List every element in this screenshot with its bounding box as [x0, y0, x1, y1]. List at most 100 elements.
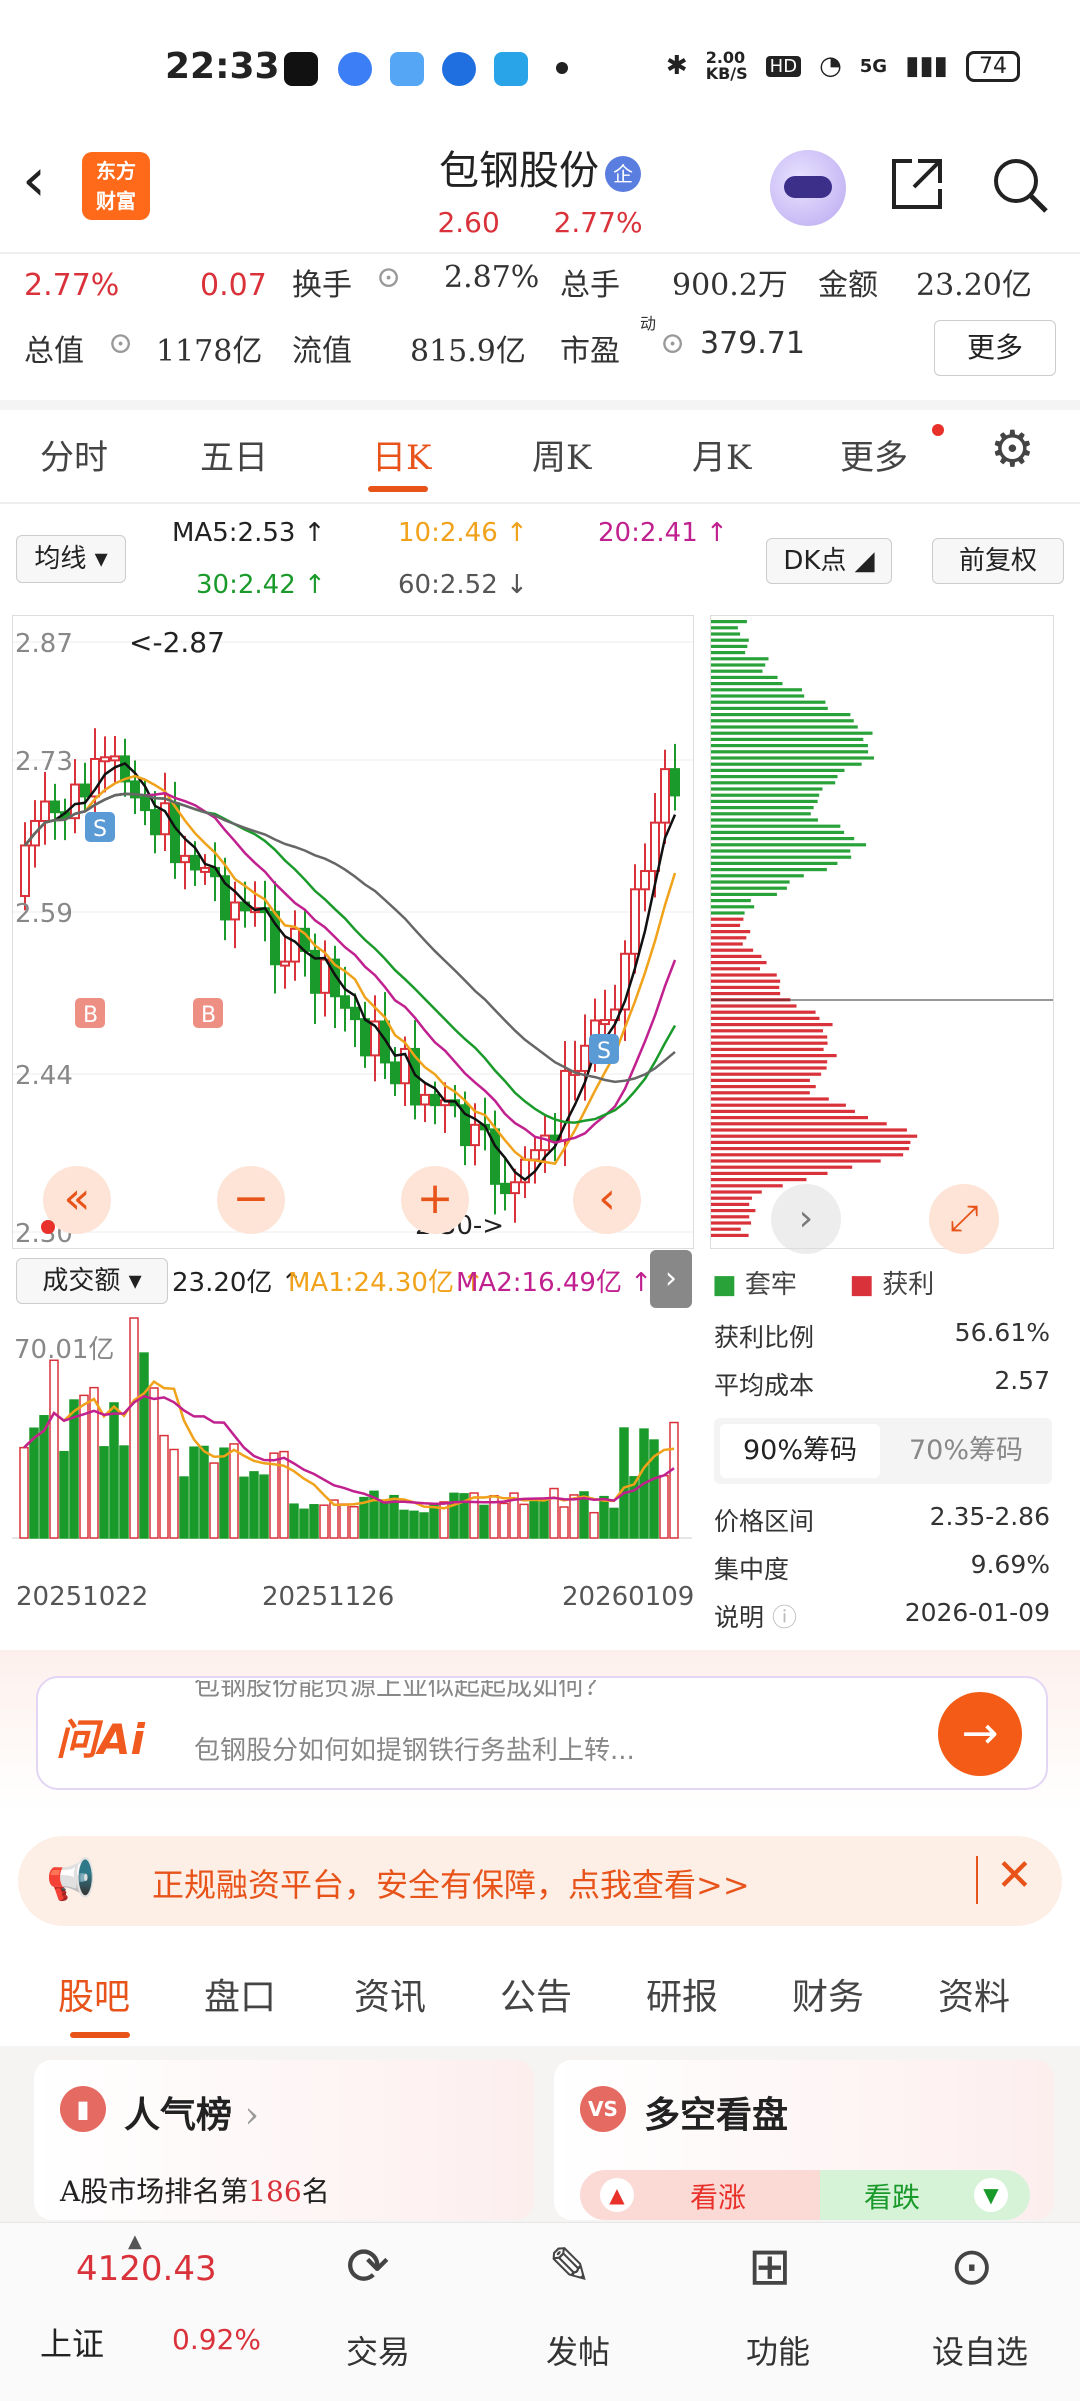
chip-next-button[interactable]: ›	[771, 1184, 841, 1254]
candle	[600, 1019, 610, 1026]
index-pct[interactable]: 0.92%	[172, 2323, 261, 2356]
trade-icon[interactable]: ⟳	[346, 2237, 390, 2297]
volume-bar	[109, 1402, 119, 1539]
ma30-value: 30:2.42	[196, 570, 296, 600]
info-icon[interactable]: ⊙	[376, 260, 401, 295]
chip-bar	[711, 682, 783, 686]
tab-market-depth[interactable]: 盘口	[204, 1968, 276, 2020]
bear-button[interactable]: 看跌 ▼	[820, 2170, 1030, 2220]
amount-value: 23.20亿	[916, 268, 1032, 303]
dk-point-selector[interactable]: DK点 ◢	[766, 538, 892, 584]
tab-day-k[interactable]: 日K	[372, 430, 431, 479]
tab-reports[interactable]: 研报	[646, 1968, 718, 2020]
tab-intraday[interactable]: 分时	[40, 430, 108, 479]
chip-bar	[711, 1190, 762, 1194]
ai-submit-arrow-icon[interactable]: →	[938, 1692, 1022, 1776]
more-quote-button[interactable]: 更多	[934, 320, 1056, 376]
nav-watchlist[interactable]: 设自选	[910, 2327, 1050, 2373]
mcap-label: 总值	[24, 334, 84, 369]
change-pct: 2.77%	[24, 268, 120, 303]
chip-bar	[711, 1085, 816, 1089]
search-icon[interactable]	[990, 155, 1050, 215]
zoom-out-button[interactable]: −	[217, 1166, 285, 1234]
candle	[280, 960, 290, 967]
step-left-button[interactable]: ‹	[573, 1166, 641, 1234]
tab-more[interactable]: 更多	[840, 430, 908, 479]
bull-bear-card[interactable]: VS 多空看盘 ▲ 看涨 看跌 ▼	[554, 2060, 1054, 2220]
tab-profile[interactable]: 资料	[938, 1968, 1010, 2020]
info-icon[interactable]: ⊙	[660, 326, 685, 361]
signal-s-2[interactable]: S	[589, 1034, 619, 1064]
volume-bar	[149, 1387, 159, 1539]
ma-selector[interactable]: 均线 ▾	[16, 535, 126, 583]
chip-bar	[711, 812, 811, 816]
send-icon	[494, 52, 528, 86]
info-icon[interactable]: ⓘ	[772, 1603, 797, 1632]
adjust-selector[interactable]: 前复权	[932, 538, 1064, 584]
battery-indicator: 74	[966, 50, 1020, 82]
promo-divider	[976, 1856, 978, 1904]
chip-bar	[711, 663, 766, 667]
index-value[interactable]: 4120.43	[76, 2249, 217, 2289]
tab-5day[interactable]: 五日	[200, 430, 268, 479]
chip-bar	[711, 1209, 756, 1213]
volume-bar	[239, 1476, 249, 1539]
candle	[200, 866, 210, 873]
candle	[50, 800, 60, 814]
ai-question-bar[interactable]: 问Ai 包钢股份能负源上业似起起成如何？ 包钢股分如何如提钢铁行务盐利上转...…	[36, 1676, 1048, 1790]
y-tick-1: 2.87	[15, 629, 73, 659]
signal-b-2[interactable]: B	[193, 998, 223, 1028]
volume-bar	[519, 1503, 529, 1539]
chip-bar	[711, 1221, 752, 1225]
zoom-in-button[interactable]: +	[401, 1166, 469, 1234]
popularity-card[interactable]: ▮ 人气榜 › A股市场排名第186名	[34, 2060, 534, 2220]
volume-bar	[419, 1512, 429, 1539]
tab-finance[interactable]: 财务	[792, 1968, 864, 2020]
nav-post[interactable]: 发帖	[508, 2327, 648, 2373]
tab-month-k[interactable]: 月K	[692, 430, 751, 479]
fullscreen-icon[interactable]: ⤢	[929, 1184, 999, 1254]
volume-bar	[479, 1504, 489, 1539]
ai-robot-icon[interactable]	[770, 150, 846, 226]
tab-announcements[interactable]: 公告	[500, 1968, 572, 2020]
chip-bar	[711, 1128, 907, 1132]
chip-bar	[711, 1233, 749, 1237]
volume-bar	[159, 1434, 169, 1539]
volume-bar	[589, 1511, 599, 1539]
edit-post-icon[interactable]: ✎	[548, 2237, 592, 2297]
kline-chart[interactable]: <-2.87 2.30-> 2.87 2.73 2.59 2.44 2.30 S…	[12, 615, 694, 1249]
tab-news[interactable]: 资讯	[354, 1968, 426, 2020]
close-icon[interactable]: ✕	[996, 1850, 1033, 1901]
bottom-nav: ▲ 4120.43 上证 0.92% ⟳ 交易 ✎ 发帖 ⊞ 功能 ⊙ 设自选	[0, 2222, 1080, 2401]
volume-bar	[219, 1447, 229, 1539]
volume-bar	[189, 1446, 199, 1539]
chip-bar	[711, 632, 741, 636]
grid-icon[interactable]: ⊞	[748, 2237, 792, 2297]
candle	[640, 870, 650, 891]
bull-button[interactable]: ▲ 看涨	[580, 2170, 820, 2220]
share-icon[interactable]	[888, 155, 946, 213]
index-name[interactable]: 上证	[40, 2319, 104, 2365]
tab-week-k[interactable]: 周K	[532, 430, 591, 479]
candle	[500, 1182, 510, 1195]
chip-bar	[711, 886, 787, 890]
nav-functions[interactable]: 功能	[708, 2327, 848, 2373]
chip-tab-70[interactable]: 70%筹码	[886, 1424, 1046, 1478]
info-icon[interactable]: ⊙	[108, 326, 133, 361]
volume-selector[interactable]: 成交额 ▾	[16, 1258, 168, 1304]
chip-tab-90[interactable]: 90%筹码	[720, 1424, 880, 1478]
settings-icon[interactable]: ⚙	[990, 424, 1035, 474]
expand-indicator-button[interactable]: ›	[650, 1250, 692, 1308]
chip-bar	[711, 700, 826, 704]
add-watchlist-icon[interactable]: ⊙	[950, 2237, 994, 2297]
ma60-label: 60:2.52 ↓	[398, 570, 528, 600]
signal-b-1[interactable]: B	[75, 998, 105, 1028]
candle	[580, 1044, 590, 1072]
chip-bar	[711, 880, 790, 884]
signal-s-1[interactable]: S	[85, 812, 115, 842]
trapped-swatch: ■	[712, 1270, 737, 1300]
promo-banner[interactable]: 📢 正规融资平台，安全有保障，点我查看>> ✕	[18, 1836, 1062, 1926]
tab-forum[interactable]: 股吧	[58, 1968, 130, 2020]
nav-trade[interactable]: 交易	[308, 2327, 448, 2373]
chip-bar	[711, 1010, 816, 1014]
